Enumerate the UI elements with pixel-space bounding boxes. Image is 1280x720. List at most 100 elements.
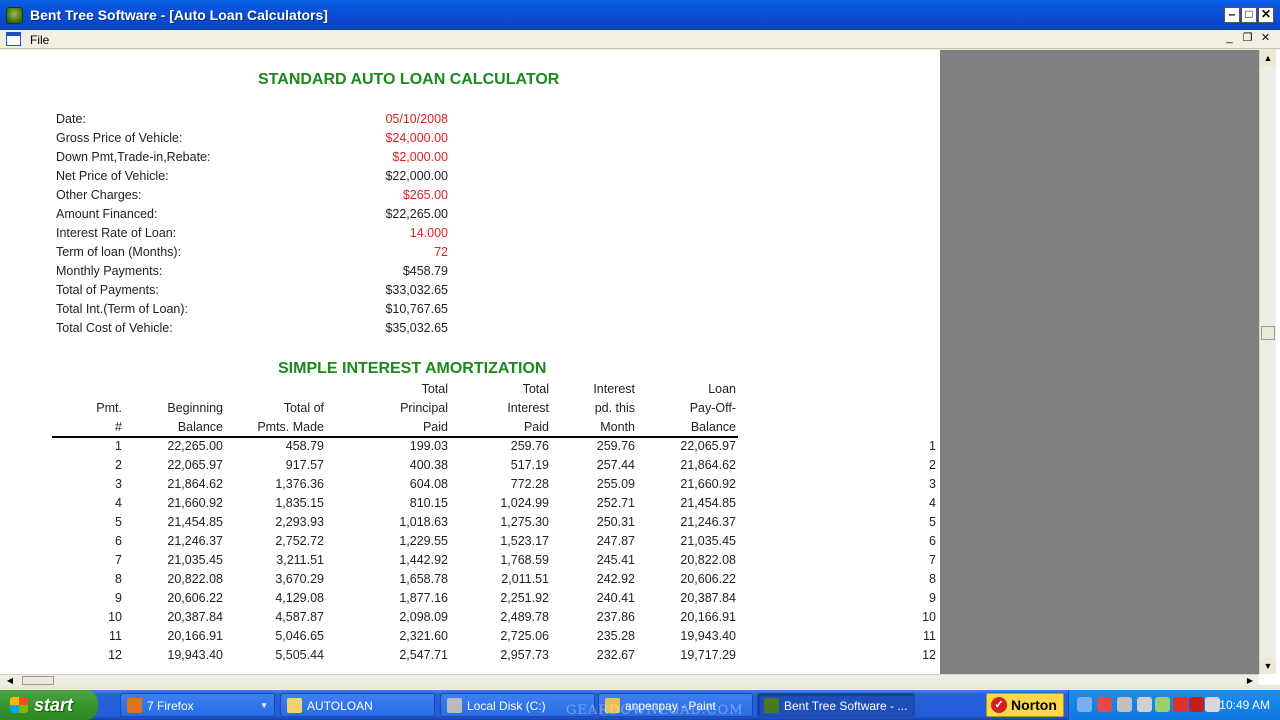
table-cell: 517.19 xyxy=(510,458,549,472)
child-restore-button[interactable]: ❐ xyxy=(1240,32,1255,46)
row-index-cell: 11 xyxy=(923,629,936,643)
summary-label: Gross Price of Vehicle: xyxy=(56,131,183,145)
tray-flash-icon[interactable] xyxy=(1173,697,1188,712)
table-cell: 400.38 xyxy=(409,458,448,472)
scroll-up-icon[interactable]: ▲ xyxy=(1260,50,1276,66)
vertical-scroll-thumb[interactable] xyxy=(1261,326,1275,340)
input-value[interactable]: $265.00 xyxy=(288,188,448,202)
horizontal-scrollbar[interactable]: ◀ ▶ xyxy=(0,674,1259,685)
table-cell: 1,877.16 xyxy=(399,591,448,605)
table-cell: 2,547.71 xyxy=(399,648,448,662)
task-app-icon xyxy=(127,698,142,713)
table-cell: 252.71 xyxy=(596,496,635,510)
close-button[interactable]: ✕ xyxy=(1258,7,1274,23)
table-cell: 20,822.08 xyxy=(167,572,223,586)
input-value[interactable]: 05/10/2008 xyxy=(288,112,448,126)
input-value[interactable]: $2,000.00 xyxy=(288,150,448,164)
scroll-left-icon[interactable]: ◀ xyxy=(2,675,18,686)
summary-label: Monthly Payments: xyxy=(56,264,163,278)
tray-security-icon[interactable] xyxy=(1189,697,1204,712)
table-cell: 22,065.97 xyxy=(680,439,736,453)
table-cell: 21,454.85 xyxy=(167,515,223,529)
table-cell: 8 xyxy=(115,572,122,586)
row-index-cell: 6 xyxy=(929,534,936,548)
child-minimize-button[interactable]: _ xyxy=(1222,32,1237,46)
summary-label: Amount Financed: xyxy=(56,207,158,221)
table-cell: 21,864.62 xyxy=(167,477,223,491)
row-index-cell: 12 xyxy=(922,648,936,662)
column-header: Loan xyxy=(708,382,736,396)
calculated-value: $458.79 xyxy=(402,264,448,278)
tray-network-icon[interactable] xyxy=(1137,697,1152,712)
start-button[interactable]: start xyxy=(0,690,98,720)
table-cell: 21,035.45 xyxy=(680,534,736,548)
row-index-cell: 10 xyxy=(922,610,936,624)
calculator-heading: STANDARD AUTO LOAN CALCULATOR xyxy=(258,71,560,88)
input-value[interactable]: $24,000.00 xyxy=(288,131,448,145)
norton-button[interactable]: ✓ Norton xyxy=(986,693,1064,717)
calculated-value: $33,032.65 xyxy=(385,283,448,297)
document-icon[interactable] xyxy=(6,32,21,46)
table-cell: 21,246.37 xyxy=(167,534,223,548)
table-cell: 1 xyxy=(115,439,122,453)
summary-label: Down Pmt,Trade-in,Rebate: xyxy=(56,150,211,164)
table-cell: 1,024.99 xyxy=(500,496,549,510)
tray-app-icon[interactable] xyxy=(1097,697,1112,712)
table-cell: 3,670.29 xyxy=(275,572,324,586)
system-tray: 10:49 AM xyxy=(1068,690,1280,720)
minimize-button[interactable]: – xyxy=(1224,7,1240,23)
table-cell: 242.92 xyxy=(596,572,635,586)
tray-tool-icon[interactable] xyxy=(1117,697,1132,712)
table-cell: 772.28 xyxy=(510,477,549,491)
task-app-icon xyxy=(287,698,302,713)
tray-plug-icon[interactable] xyxy=(1155,697,1170,712)
column-header: Total of xyxy=(283,401,324,415)
table-cell: 259.76 xyxy=(596,439,635,453)
menu-file[interactable]: File xyxy=(30,33,49,47)
tray-volume-icon[interactable] xyxy=(1205,697,1220,712)
taskbar-task[interactable]: Bent Tree Software - ... xyxy=(757,693,915,717)
row-index-cell: 7 xyxy=(929,553,936,567)
input-value[interactable]: 14.000 xyxy=(288,226,448,240)
calculated-value: $22,265.00 xyxy=(385,207,448,221)
summary-label: Total of Payments: xyxy=(56,283,159,297)
child-close-button[interactable]: ✕ xyxy=(1258,32,1273,46)
table-cell: 257.44 xyxy=(596,458,635,472)
taskbar-task[interactable]: 7 Firefox ▼ xyxy=(120,693,275,717)
table-cell: 19,943.40 xyxy=(167,648,223,662)
table-cell: 4,587.87 xyxy=(275,610,324,624)
table-cell: 1,658.78 xyxy=(399,572,448,586)
table-cell: 5,046.65 xyxy=(275,629,324,643)
empty-workspace xyxy=(940,50,1260,674)
scroll-right-icon[interactable]: ▶ xyxy=(1242,675,1258,686)
row-index-cell: 1 xyxy=(929,439,936,453)
task-label: AUTOLOAN xyxy=(307,699,373,713)
table-cell: 250.31 xyxy=(596,515,635,529)
table-cell: 1,376.36 xyxy=(275,477,324,491)
table-cell: 21,035.45 xyxy=(167,553,223,567)
maximize-button[interactable]: □ xyxy=(1241,7,1257,23)
task-app-icon xyxy=(764,698,779,713)
table-cell: 259.76 xyxy=(510,439,549,453)
window-title-bar[interactable]: Bent Tree Software - [Auto Loan Calculat… xyxy=(0,0,1280,30)
table-cell: 1,229.55 xyxy=(399,534,448,548)
row-index-cell: 5 xyxy=(929,515,936,529)
scroll-down-icon[interactable]: ▼ xyxy=(1260,658,1276,674)
table-cell: 21,864.62 xyxy=(680,458,736,472)
input-value[interactable]: 72 xyxy=(288,245,448,259)
table-cell: 7 xyxy=(115,553,122,567)
table-cell: 2,752.72 xyxy=(275,534,324,548)
table-cell: 11 xyxy=(109,629,122,643)
summary-label: Interest Rate of Loan: xyxy=(56,226,177,240)
back-arrow-icon[interactable] xyxy=(1077,697,1092,712)
vertical-scrollbar[interactable]: ▲ ▼ xyxy=(1259,50,1276,674)
taskbar-task[interactable]: AUTOLOAN xyxy=(280,693,435,717)
horizontal-scroll-thumb[interactable] xyxy=(22,676,54,685)
window-title: Bent Tree Software - [Auto Loan Calculat… xyxy=(30,7,328,23)
table-cell: 22,065.97 xyxy=(167,458,223,472)
table-cell: 2,321.60 xyxy=(399,629,448,643)
table-cell: 255.09 xyxy=(596,477,635,491)
table-cell: 232.67 xyxy=(596,648,635,662)
table-cell: 19,717.29 xyxy=(680,648,736,662)
row-index-cell: 4 xyxy=(929,496,936,510)
